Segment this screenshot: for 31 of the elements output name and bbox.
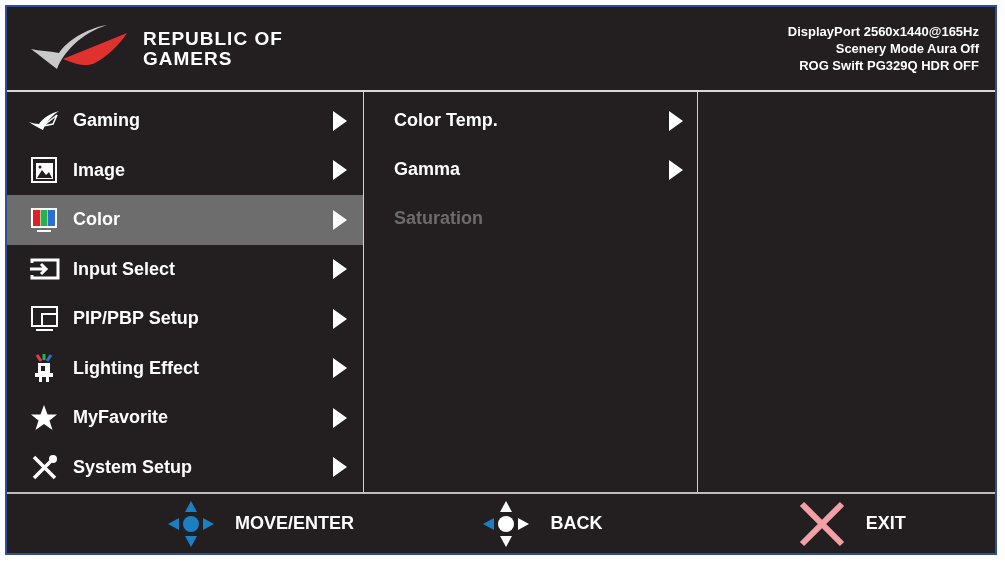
footer-label: BACK	[550, 513, 603, 534]
arrow-icon	[333, 209, 347, 230]
close-icon	[797, 499, 846, 548]
submenu-item[interactable]: Gamma	[364, 145, 697, 194]
direction-pad-icon	[167, 499, 215, 548]
menu-item[interactable]: Image	[7, 145, 363, 195]
arrow-icon	[333, 358, 347, 379]
footer-label: EXIT	[865, 513, 906, 534]
arrow-icon	[333, 110, 347, 131]
menu-item[interactable]: Gaming	[7, 96, 363, 146]
status-text: ROG Swift PG329Q HDR OFF	[799, 57, 979, 74]
arrow-icon	[669, 159, 683, 180]
submenu-item[interactable]: Color Temp.	[364, 96, 697, 145]
status-text: DisplayPort 2560x1440@165Hz	[787, 23, 979, 40]
arrow-icon	[333, 259, 347, 280]
status-text: Scenery Mode Aura Off	[835, 40, 979, 57]
menu-item[interactable]: PIP/PBP Setup	[7, 294, 363, 344]
menu-item[interactable]: System Setup	[7, 442, 363, 492]
arrow-icon	[669, 110, 683, 131]
menu-item[interactable]: MyFavorite	[7, 393, 363, 443]
arrow-icon	[333, 160, 347, 181]
direction-pad-icon	[482, 499, 531, 548]
brand-name: REPUBLIC OF	[143, 28, 283, 49]
arrow-icon	[333, 457, 347, 478]
menu-item[interactable]: Color	[7, 195, 363, 245]
menu-item[interactable]: Input Select	[7, 244, 363, 294]
brand-name: GAMERS	[143, 48, 234, 69]
menu-item[interactable]: Lighting Effect	[7, 343, 363, 393]
arrow-icon	[333, 308, 347, 329]
footer-label: MOVE/ENTER	[235, 513, 354, 534]
arrow-icon	[333, 407, 347, 428]
